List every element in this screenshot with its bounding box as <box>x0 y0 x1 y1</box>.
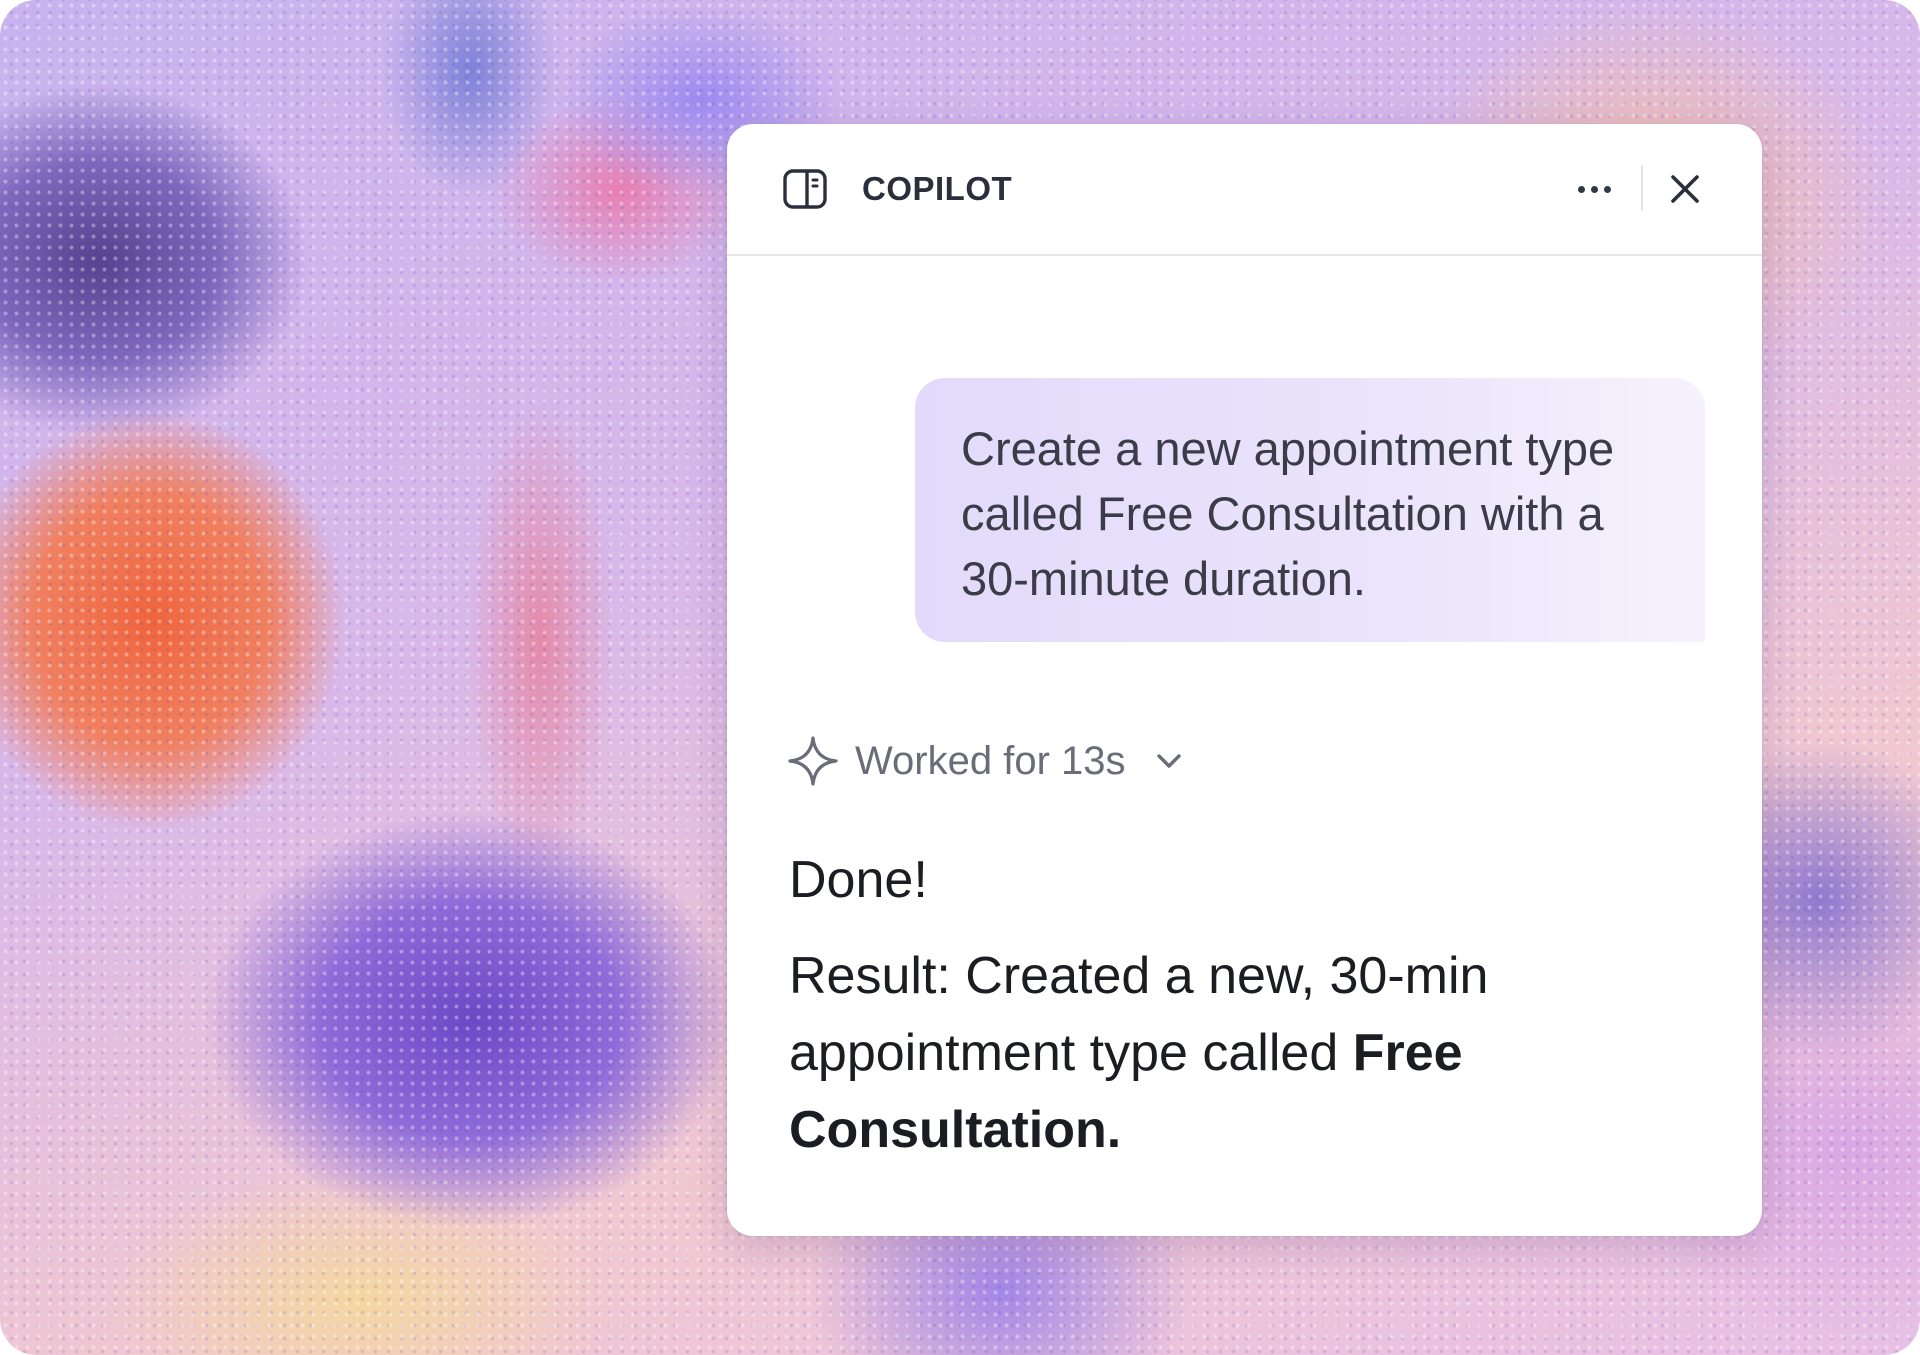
close-icon[interactable] <box>1660 164 1710 214</box>
reply-headline: Done! <box>789 851 928 909</box>
reply-result: Result: Created a new, 30-min appointmen… <box>789 938 1709 1169</box>
work-status-toggle[interactable]: Worked for 13s <box>787 731 1186 791</box>
panel-title: COPILOT <box>862 170 1013 207</box>
user-message-text: Create a new appointment type called Fre… <box>961 422 1615 605</box>
user-message-bubble: Create a new appointment type called Fre… <box>915 378 1705 642</box>
header-divider <box>1641 166 1643 210</box>
desktop-background: COPILOT Create a new appointment type ca… <box>0 0 1920 1355</box>
more-horizontal-icon-dot <box>1577 185 1585 193</box>
more-options-button[interactable] <box>1559 164 1629 214</box>
sparkle-icon <box>788 736 838 786</box>
chevron-down-icon <box>1156 754 1181 768</box>
more-horizontal-icon-dot <box>1603 185 1611 193</box>
work-status-label: Worked for 13s <box>855 738 1126 783</box>
copilot-panel: COPILOT Create a new appointment type ca… <box>727 124 1762 1236</box>
sidebar-panel-icon[interactable] <box>783 169 827 209</box>
assistant-reply: Done! Result: Created a new, 30-min appo… <box>789 844 1709 1169</box>
more-horizontal-icon-dot <box>1590 185 1598 193</box>
panel-header: COPILOT <box>727 124 1762 256</box>
